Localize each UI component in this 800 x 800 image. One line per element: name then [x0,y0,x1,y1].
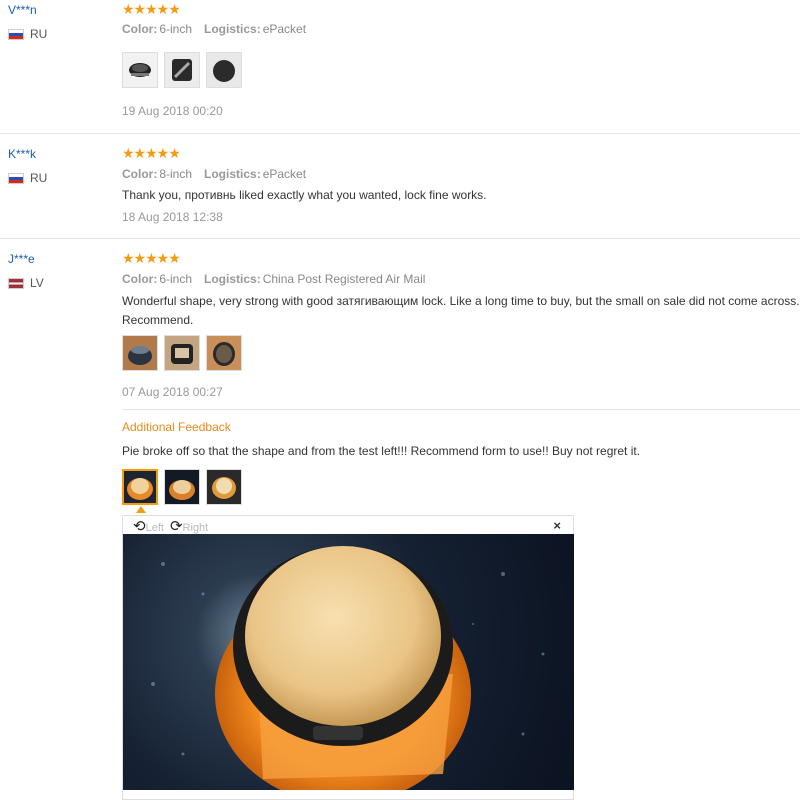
review-photo-thumbnail[interactable] [122,335,158,371]
star-rating: ★★★★★ [122,145,181,161]
additional-feedback-text: Pie broke off so that the shape and from… [122,444,641,458]
color-label: Color: [122,22,158,36]
photo-viewer: ⟲Left ⟳Right × [122,515,574,800]
color-label: Color: [122,272,158,286]
logistics-value: ePacket [262,22,307,36]
russia-flag-icon [8,172,24,184]
logistics-value: China Post Registered Air Mail [262,272,426,286]
review-photo-thumbnail[interactable] [206,469,242,505]
divider [0,238,800,239]
country-code: RU [30,27,48,41]
reviewer-country: RU [8,27,47,41]
rotate-left-label: Left [145,522,164,534]
reviewer-name[interactable]: V***n [8,3,37,17]
review-photos [122,52,242,88]
star-rating: ★★★★★ [122,1,181,17]
review-photo-thumbnail-active[interactable] [122,469,158,505]
divider [0,133,800,134]
russia-flag-icon [8,28,24,40]
review-attributes: Color: 8-inch Logistics: ePacket [122,167,306,181]
rotate-right-label: Right [182,522,209,534]
country-code: RU [30,171,48,185]
logistics-value: ePacket [262,167,307,181]
review-text: Wonderful shape, very strong with good з… [122,294,800,327]
review-photo-thumbnail[interactable] [164,469,200,505]
review-date: 18 Aug 2018 12:38 [122,210,223,224]
logistics-label: Logistics: [204,22,261,36]
close-icon[interactable]: × [553,518,561,533]
viewer-toolbar: ⟲Left ⟳Right [133,517,208,535]
reviewer-country: RU [8,171,47,185]
rotate-right-button[interactable]: ⟳Right [170,517,208,535]
reviewer-name[interactable]: J***e [8,252,35,266]
review-photos [122,335,242,371]
review-attributes: Color: 6-inch Logistics: ePacket [122,22,306,36]
divider [122,409,800,410]
color-value: 8-inch [159,167,193,181]
review-date: 19 Aug 2018 00:20 [122,104,223,118]
reviewer-name[interactable]: K***k [8,147,36,161]
review-photo-thumbnail[interactable] [164,335,200,371]
review-date: 07 Aug 2018 00:27 [122,385,223,399]
star-rating: ★★★★★ [122,250,181,266]
review-photo-thumbnail[interactable] [206,335,242,371]
reviewer-country: LV [8,276,44,290]
color-label: Color: [122,167,158,181]
enlarged-review-photo [123,534,574,790]
rotate-right-icon: ⟳ [169,518,183,535]
review-photo-thumbnail[interactable] [122,52,158,88]
review-photo-thumbnail[interactable] [164,52,200,88]
active-photo-pointer [136,506,146,513]
review-photo-thumbnail[interactable] [206,52,242,88]
logistics-label: Logistics: [204,272,261,286]
additional-feedback-heading: Additional Feedback [122,420,231,434]
color-value: 6-inch [159,272,193,286]
review-text: Thank you, противнь liked exactly what y… [122,188,487,202]
country-code: LV [30,276,44,290]
rotate-left-icon: ⟲ [133,518,146,535]
color-value: 6-inch [159,22,193,36]
latvia-flag-icon [8,277,24,289]
rotate-left-button[interactable]: ⟲Left [133,517,164,535]
logistics-label: Logistics: [204,167,261,181]
review-attributes: Color: 6-inch Logistics: China Post Registe… [122,272,425,286]
additional-feedback-photos [122,469,242,505]
cake-photo-illustration [151,546,545,790]
